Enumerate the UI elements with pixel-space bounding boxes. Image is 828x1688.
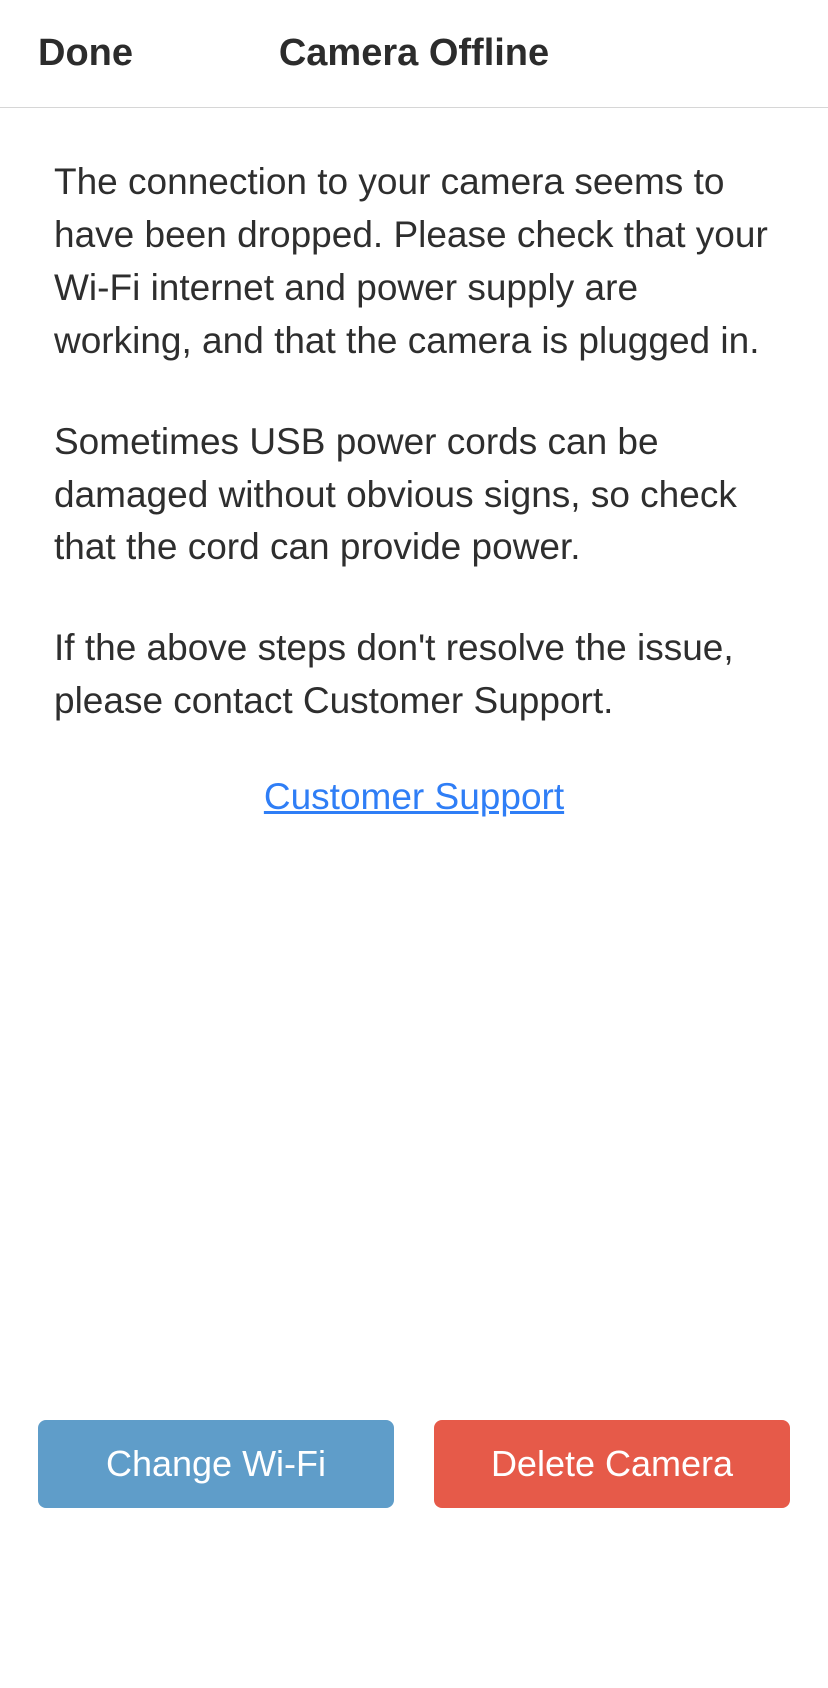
customer-support-link[interactable]: Customer Support xyxy=(264,776,564,817)
info-paragraph-2: Sometimes USB power cords can be damaged… xyxy=(54,416,774,575)
page-title: Camera Offline xyxy=(279,32,549,75)
header-bar: Done Camera Offline xyxy=(0,0,828,108)
info-paragraph-1: The connection to your camera seems to h… xyxy=(54,156,774,368)
done-button[interactable]: Done xyxy=(0,32,133,75)
support-link-container: Customer Support xyxy=(54,776,774,818)
delete-camera-button[interactable]: Delete Camera xyxy=(434,1420,790,1508)
footer-actions: Change Wi-Fi Delete Camera xyxy=(0,1420,828,1688)
content-area: The connection to your camera seems to h… xyxy=(0,108,828,818)
info-paragraph-3: If the above steps don't resolve the iss… xyxy=(54,622,774,728)
change-wifi-button[interactable]: Change Wi-Fi xyxy=(38,1420,394,1508)
